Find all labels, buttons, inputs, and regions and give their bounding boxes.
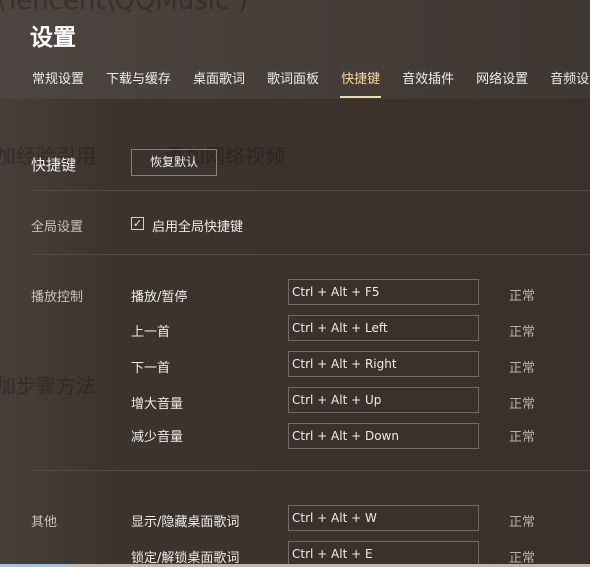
tab-network[interactable]: 网络设置 xyxy=(476,68,528,98)
hotkey-input[interactable]: Ctrl + Alt + F5 xyxy=(288,279,479,305)
divider xyxy=(31,190,590,191)
tab-bar: 常规设置 下载与缓存 桌面歌词 歌词面板 快捷键 音效插件 网络设置 音频设置 xyxy=(32,68,590,98)
hotkey-input[interactable]: Ctrl + Alt + W xyxy=(288,505,479,531)
page-title: 设置 xyxy=(30,25,76,51)
hotkey-input[interactable]: Ctrl + Alt + Down xyxy=(288,423,479,449)
hotkey-status: 正常 xyxy=(509,361,536,376)
hotkey-status: 正常 xyxy=(509,515,536,530)
hotkey-input[interactable]: Ctrl + Alt + Up xyxy=(288,387,479,413)
global-settings-label: 全局设置 xyxy=(31,220,84,235)
restore-defaults-button[interactable]: 恢复默认 xyxy=(131,149,217,176)
tab-desktop-lyrics[interactable]: 桌面歌词 xyxy=(193,68,245,98)
background-path-text: \Tencent\QQMusic ) xyxy=(0,0,248,16)
other-label: 其他 xyxy=(31,515,58,530)
tab-lyrics-panel[interactable]: 歌词面板 xyxy=(267,68,319,98)
divider xyxy=(31,470,590,471)
playback-control-label: 播放控制 xyxy=(31,290,84,305)
hotkey-status: 正常 xyxy=(509,289,536,304)
enable-global-hotkeys-checkbox[interactable]: ✓ xyxy=(131,217,144,230)
tab-sound-plugins[interactable]: 音效插件 xyxy=(402,68,454,98)
section-title: 快捷键 xyxy=(31,156,77,174)
hotkey-input[interactable]: Ctrl + Alt + Right xyxy=(288,351,479,377)
hotkey-input[interactable]: Ctrl + Alt + Left xyxy=(288,315,479,341)
hotkey-name: 减少音量 xyxy=(131,430,184,445)
tab-download-cache[interactable]: 下载与缓存 xyxy=(106,68,171,98)
enable-global-hotkeys-label[interactable]: 启用全局快捷键 xyxy=(152,216,243,235)
hotkey-status: 正常 xyxy=(509,430,536,445)
checkmark-icon: ✓ xyxy=(132,217,143,230)
hotkey-name: 上一首 xyxy=(131,325,171,340)
hotkey-name: 显示/隐藏桌面歌词 xyxy=(131,515,240,530)
background-text: 加步骤方法 xyxy=(0,374,96,398)
tab-hotkeys[interactable]: 快捷键 xyxy=(340,68,382,98)
tab-general[interactable]: 常规设置 xyxy=(32,68,84,98)
hotkey-status: 正常 xyxy=(509,325,536,340)
hotkey-name: 下一首 xyxy=(131,361,171,376)
hotkey-name: 播放/暂停 xyxy=(131,290,188,305)
tab-audio[interactable]: 音频设置 xyxy=(550,68,590,98)
hotkey-status: 正常 xyxy=(509,397,536,412)
hotkey-name: 增大音量 xyxy=(131,397,184,412)
divider xyxy=(31,254,590,255)
